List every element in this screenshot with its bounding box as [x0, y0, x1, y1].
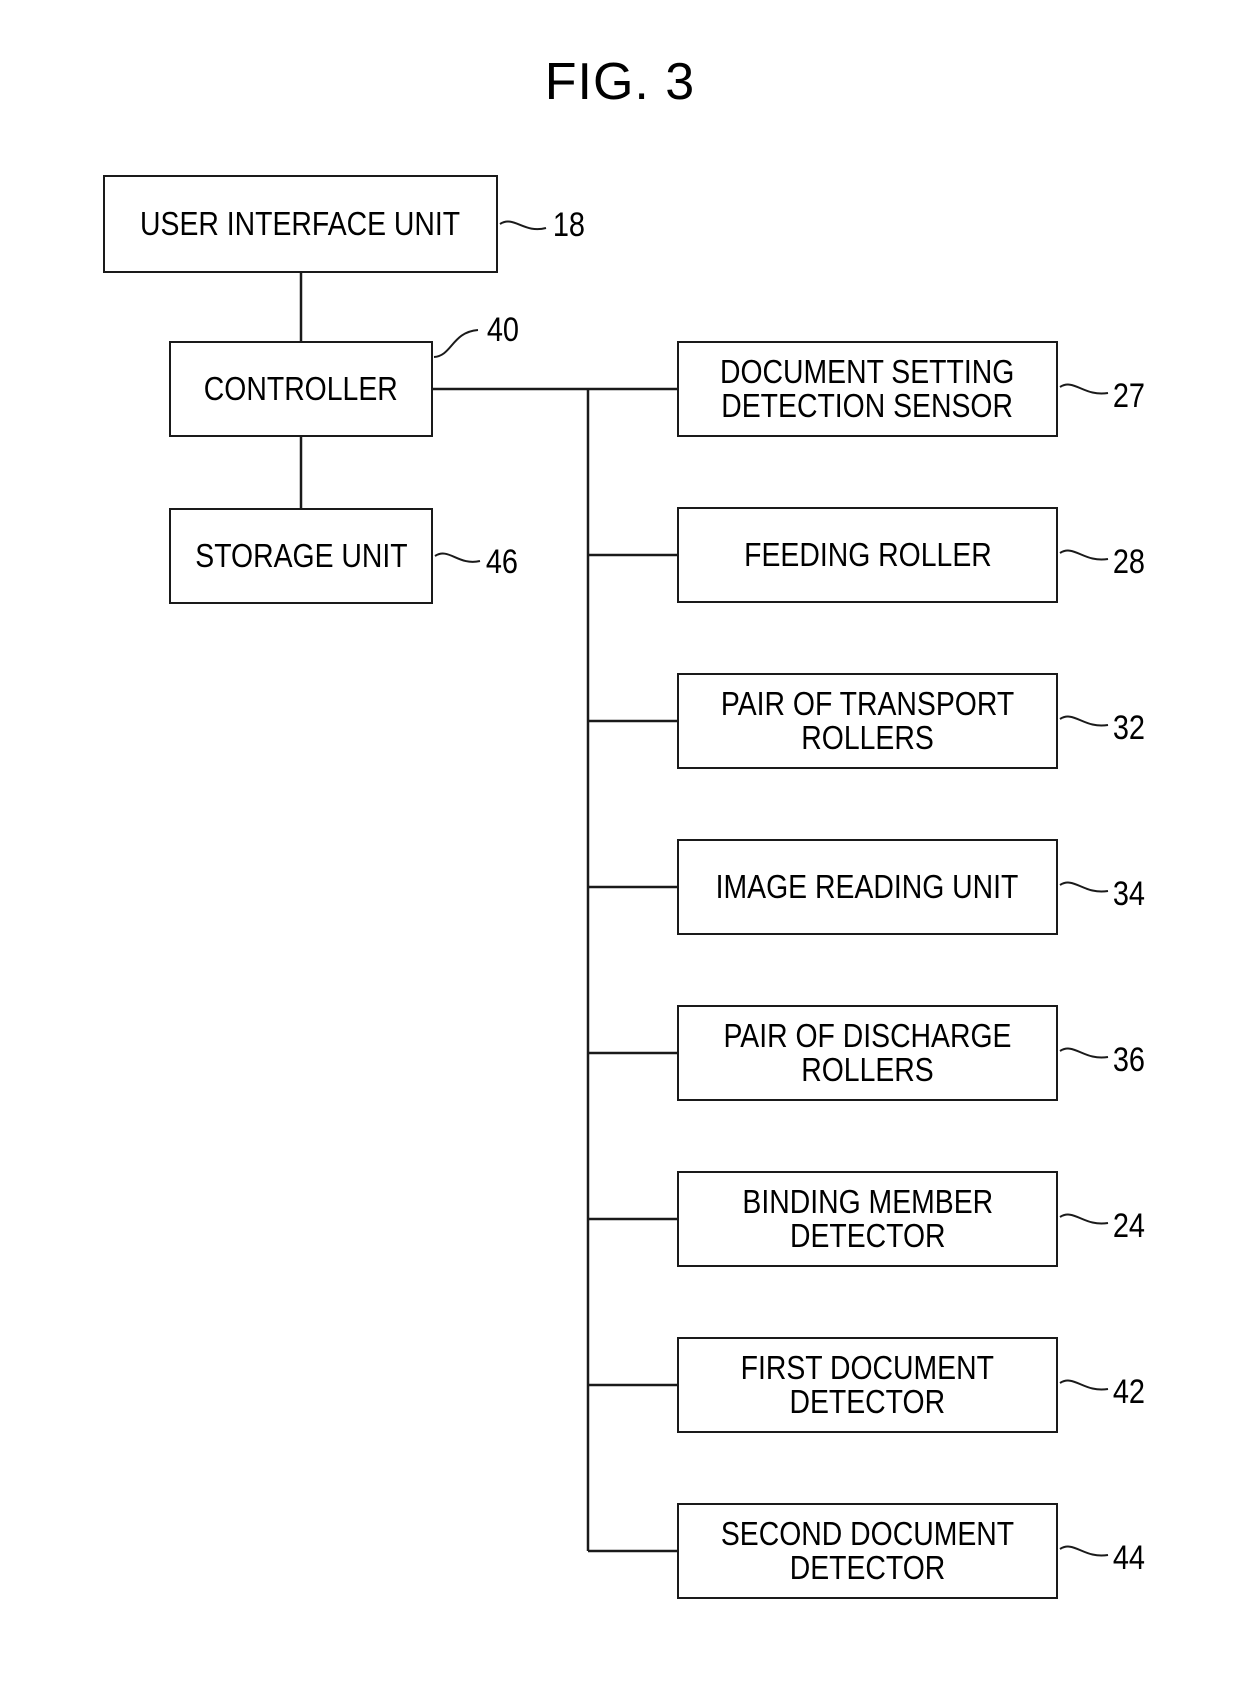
image-reading-unit-label: IMAGE READING UNIT — [716, 868, 1019, 905]
ref-numeral-32: 32 — [1112, 709, 1145, 747]
ref-numeral-18: 18 — [552, 206, 585, 244]
leader-line-32 — [1059, 715, 1109, 727]
leader-line-34 — [1059, 881, 1109, 893]
binding-member-detector-block: BINDING MEMBER DETECTOR — [677, 1171, 1058, 1267]
storage-unit-block: STORAGE UNIT — [169, 508, 433, 604]
ref-numeral-46: 46 — [485, 543, 518, 581]
controller-block: CONTROLLER — [169, 341, 433, 437]
pair-of-transport-rollers-label: PAIR OF TRANSPORT ROLLERS — [720, 685, 1015, 756]
document-setting-detection-sensor-label: DOCUMENT SETTING DETECTION SENSOR — [720, 353, 1015, 424]
ref-numeral-24: 24 — [1112, 1207, 1145, 1245]
leader-line-44 — [1059, 1545, 1109, 1557]
leader-line-42 — [1059, 1379, 1109, 1391]
second-document-detector-block: SECOND DOCUMENT DETECTOR — [677, 1503, 1058, 1599]
ref-numeral-40: 40 — [486, 311, 519, 349]
image-reading-unit-block: IMAGE READING UNIT — [677, 839, 1058, 935]
pair-of-discharge-rollers-block: PAIR OF DISCHARGE ROLLERS — [677, 1005, 1058, 1101]
ref-numeral-36: 36 — [1112, 1041, 1145, 1079]
user-interface-unit-block: USER INTERFACE UNIT — [103, 175, 498, 273]
leader-line-24 — [1059, 1213, 1109, 1225]
leader-line-27 — [1059, 383, 1109, 395]
ref-numeral-42: 42 — [1112, 1373, 1145, 1411]
binding-member-detector-label: BINDING MEMBER DETECTOR — [742, 1183, 993, 1254]
pair-of-discharge-rollers-label: PAIR OF DISCHARGE ROLLERS — [723, 1017, 1012, 1088]
leader-line-46 — [434, 552, 481, 563]
leader-line-18 — [499, 220, 547, 231]
leader-line-28 — [1059, 549, 1109, 561]
user-interface-unit-label: USER INTERFACE UNIT — [140, 205, 461, 242]
leader-line-36 — [1059, 1047, 1109, 1059]
feeding-roller-block: FEEDING ROLLER — [677, 507, 1058, 603]
storage-unit-label: STORAGE UNIT — [194, 537, 408, 574]
second-document-detector-label: SECOND DOCUMENT DETECTOR — [720, 1515, 1015, 1586]
ref-numeral-28: 28 — [1112, 543, 1145, 581]
first-document-detector-block: FIRST DOCUMENT DETECTOR — [677, 1337, 1058, 1433]
first-document-detector-label: FIRST DOCUMENT DETECTOR — [740, 1349, 995, 1420]
ref-numeral-27: 27 — [1112, 377, 1145, 415]
document-setting-detection-sensor-block: DOCUMENT SETTING DETECTION SENSOR — [677, 341, 1058, 437]
pair-of-transport-rollers-block: PAIR OF TRANSPORT ROLLERS — [677, 673, 1058, 769]
leader-line-40 — [433, 329, 479, 358]
ref-numeral-34: 34 — [1112, 875, 1145, 913]
controller-label: CONTROLLER — [204, 370, 398, 407]
feeding-roller-label: FEEDING ROLLER — [743, 536, 992, 573]
ref-numeral-44: 44 — [1112, 1539, 1145, 1577]
